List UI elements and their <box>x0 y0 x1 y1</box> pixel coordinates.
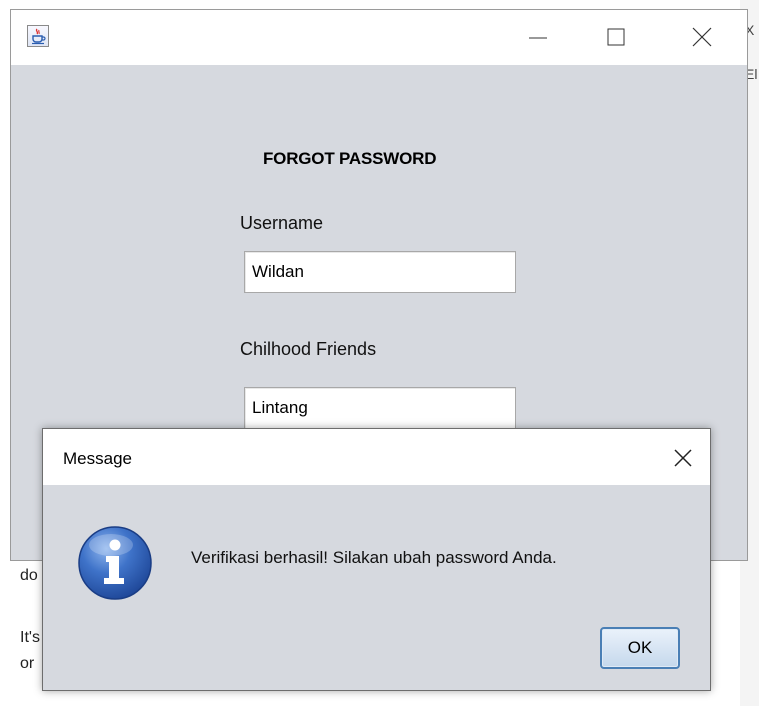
background-text-line: do <box>20 567 38 584</box>
username-label: Username <box>240 213 324 233</box>
dialog-titlebar[interactable]: Message <box>43 429 710 485</box>
childhood-friends-field[interactable] <box>244 387 516 429</box>
dialog-title: Message <box>63 449 132 468</box>
close-icon[interactable] <box>686 24 716 50</box>
childhood-friends-input[interactable] <box>245 388 515 428</box>
ok-button[interactable]: OK <box>600 627 680 669</box>
background-text-line: or <box>20 655 35 672</box>
maximize-icon[interactable] <box>601 24 631 50</box>
window-titlebar[interactable] <box>11 10 747 65</box>
java-coffee-cup-icon[interactable] <box>27 25 49 47</box>
childhood-friends-label: Chilhood Friends <box>240 339 377 359</box>
information-icon <box>73 521 157 605</box>
username-field[interactable] <box>244 251 516 293</box>
page-title: FORGOT PASSWORD <box>263 149 437 168</box>
message-dialog: Message Verifikasi berhasil! Silakan uba… <box>42 428 711 691</box>
minimize-icon[interactable] <box>523 24 553 50</box>
background-text-line: It's <box>20 629 40 646</box>
close-icon[interactable] <box>670 445 696 471</box>
dialog-message: Verifikasi berhasil! Silakan ubah passwo… <box>191 548 557 567</box>
username-input[interactable] <box>245 252 515 292</box>
